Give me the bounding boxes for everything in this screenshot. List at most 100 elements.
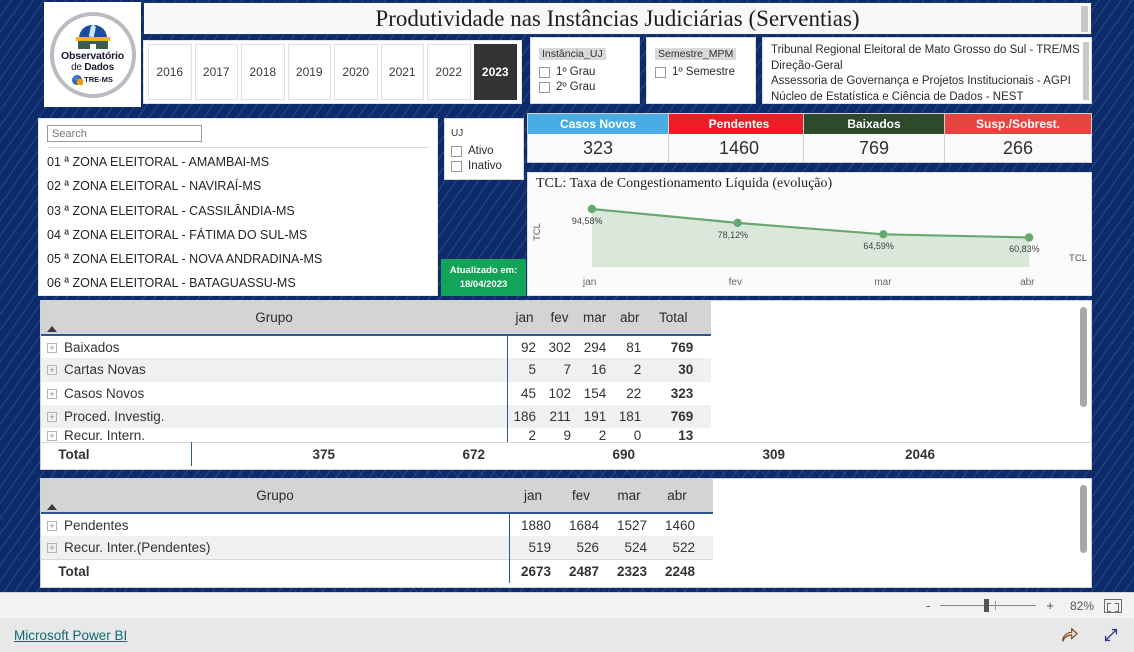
column-header-abr[interactable]: abr [653,479,701,514]
kpi-card-pendentes[interactable]: Pendentes 1460 [668,113,810,163]
zoom-slider-thumb[interactable] [984,599,990,612]
year-button-2016[interactable]: 2016 [148,44,192,100]
kpi-card-susp-sobrest[interactable]: Susp./Sobrest. 266 [944,113,1092,163]
chart-x-tick: abr [1020,277,1035,288]
title-scrollbar[interactable] [1081,6,1088,32]
table-row[interactable]: + Cartas Novas 5 7 16 2 30 [41,358,712,382]
cell-grupo[interactable]: + Proced. Investig. [41,404,508,429]
checkbox-ativo[interactable]: Ativo [451,145,517,157]
share-icon[interactable] [1060,626,1078,644]
chart-title: TCL: Taxa de Congestionamento Líquida (e… [536,176,833,191]
microsoft-power-bi-link[interactable]: Microsoft Power BI [14,628,127,643]
checkbox-icon[interactable] [451,160,462,172]
cell-grupo[interactable]: + Cartas Novas [41,358,508,382]
year-button-2022[interactable]: 2022 [427,44,471,100]
zone-list-item[interactable]: 05 ª ZONA ELEITORAL - NOVA ANDRADINA-MS [47,247,429,271]
checkbox-inativo[interactable]: Inativo [451,160,517,172]
table-pendentes-grupo[interactable]: Grupo jan fev mar abr + Pendentes 1880 1684 1527 1… [40,478,1092,588]
expand-icon[interactable]: + [47,520,57,531]
tcl-line-chart[interactable]: TCL: Taxa de Congestionamento Líquida (e… [527,172,1092,296]
zoom-out-button[interactable]: - [926,598,930,613]
org-scrollbar[interactable] [1083,42,1089,100]
zone-list-item[interactable]: 01 ª ZONA ELEITORAL - AMAMBAI-MS [47,150,429,174]
column-header-total[interactable]: Total [647,301,700,336]
checkbox-1semestre[interactable]: 1º Semestre [655,66,747,78]
column-header-fev[interactable]: fev [542,301,578,336]
logo-circle: Observatório de Dados TRE-MS [49,11,136,98]
year-button-2020[interactable]: 2020 [334,44,378,100]
year-button-2023[interactable]: 2023 [473,44,517,100]
checkbox-icon[interactable] [539,81,550,93]
cell-grupo[interactable]: + Casos Novos [41,381,508,405]
checkbox-icon[interactable] [655,66,666,78]
checkbox-icon[interactable] [451,145,462,157]
fullscreen-expand-icon[interactable] [1102,626,1120,644]
checkbox-1grau[interactable]: 1º Grau [539,66,631,78]
cell-jan: 186 [507,404,543,429]
expand-icon[interactable]: + [47,543,57,554]
column-header-grupo[interactable]: Grupo [41,301,507,336]
year-button-2021[interactable]: 2021 [380,44,424,100]
zone-list-item[interactable]: 02 ª ZONA ELEITORAL - NAVIRAÍ-MS [47,174,429,198]
column-header-grupo[interactable]: Grupo [41,479,509,514]
sort-ascending-icon[interactable] [47,504,57,510]
table-scrollbar[interactable] [1080,307,1087,407]
year-slicer[interactable]: 2016 2017 2018 2019 2020 2021 2022 2023 [143,40,522,104]
search-input[interactable] [47,125,202,142]
expand-icon[interactable]: + [47,431,57,442]
expand-icon[interactable]: + [47,388,57,399]
kpi-card-casos-novos[interactable]: Casos Novos 323 [527,113,669,163]
slicer-semestre-mpm[interactable]: Semestre_MPM 1º Semestre [646,37,756,104]
checkbox-2grau[interactable]: 2º Grau [539,81,631,93]
zone-list-items[interactable]: 01 ª ZONA ELEITORAL - AMAMBAI-MS 02 ª ZON… [47,150,429,295]
checkbox-label: 2º Grau [556,81,596,93]
year-button-2019[interactable]: 2019 [287,44,331,100]
zoom-in-button[interactable]: + [1046,598,1054,613]
cell-spacer [701,559,713,583]
table-row[interactable]: + Proced. Investig. 186 211 191 181 769 [41,404,712,429]
zone-list-slicer[interactable]: 01 ª ZONA ELEITORAL - AMAMBAI-MS02 ª ZON… [38,118,438,296]
slicer-uj[interactable]: UJ Ativo Inativo [444,118,524,180]
table-row[interactable]: + Recur. Inter.(Pendentes) 519 526 524 522 [41,536,713,560]
zoom-toolbar[interactable]: - + 82% [0,592,1134,618]
chart-x-tick: jan [582,277,597,288]
year-button-2018[interactable]: 2018 [241,44,285,100]
column-header-abr[interactable]: abr [612,301,648,336]
kpi-label: Susp./Sobrest. [945,114,1091,134]
sort-ascending-icon[interactable] [47,326,57,332]
table-row[interactable]: + Pendentes 1880 1684 1527 1460 [41,513,713,537]
zone-list-item[interactable]: 03 ª ZONA ELEITORAL - CASSILÂNDIA-MS [47,199,429,223]
checkbox-icon[interactable] [539,66,550,78]
cell-mar: 154 [583,385,607,401]
cell-grupo[interactable]: + Baixados [41,335,508,359]
column-header-jan[interactable]: jan [509,479,557,514]
fit-to-screen-icon[interactable] [1104,598,1122,613]
kpi-label: Pendentes [669,114,809,134]
cell-grupo[interactable]: + Pendentes [41,513,510,537]
table-row[interactable]: + Baixados 92 302 294 81 769 [41,335,711,359]
cell-jan: 5 [507,358,543,382]
zoom-slider[interactable] [940,599,1037,612]
zone-list-item[interactable]: 04 ª ZONA ELEITORAL - FÁTIMA DO SUL-MS [47,223,429,247]
column-header-mar[interactable]: mar [605,479,653,514]
cell-mar: 16 [577,358,613,382]
expand-icon[interactable]: + [47,342,57,353]
slicer-instancia-uj[interactable]: Instância_UJ 1º Grau 2º Grau [530,37,640,104]
pivot-table[interactable]: Grupo jan fev mar abr + Pendentes 1880 1684 1527 1… [41,479,713,583]
year-button-2017[interactable]: 2017 [194,44,238,100]
table-produtividade-grupo[interactable]: Grupo jan fev mar abr Total + Baixados 92 302 294 8… [40,300,1092,470]
zone-list-item[interactable]: 06 ª ZONA ELEITORAL - BATAGUASSU-MS [47,271,429,295]
expand-icon[interactable]: + [47,412,57,423]
column-header-mar[interactable]: mar [577,301,613,336]
column-header-fev[interactable]: fev [557,479,605,514]
slicer-semestre-title: Semestre_MPM [655,48,737,60]
column-header-jan[interactable]: jan [507,301,543,336]
table-scrollbar[interactable] [1080,485,1087,553]
cell-total-mar: 2323 [605,559,653,583]
slicer-uj-title: UJ [451,128,464,139]
expand-icon[interactable]: + [47,365,57,376]
kpi-card-baixados[interactable]: Baixados 769 [803,113,945,163]
table-row[interactable]: + Casos Novos 45 102 154 22 323 [41,381,711,405]
pivot-table[interactable]: Grupo jan fev mar abr Total + Baixados 92 302 294 8… [41,301,1091,466]
cell-grupo[interactable]: + Recur. Inter.(Pendentes) [41,536,510,560]
